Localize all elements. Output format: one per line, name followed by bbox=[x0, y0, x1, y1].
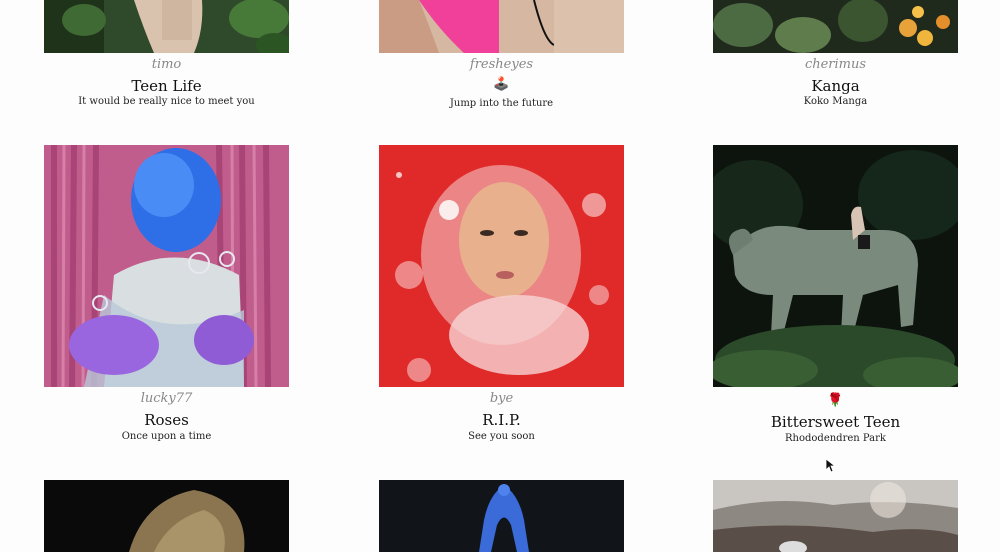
post-image[interactable] bbox=[44, 145, 289, 387]
post-image[interactable] bbox=[379, 480, 624, 552]
post-image-art bbox=[44, 480, 289, 552]
post-card-bittersweet-teen[interactable]: 🌹 Bittersweet Teen Rhododendren Park bbox=[713, 145, 958, 450]
post-card-lucky77[interactable]: lucky77 Roses Once upon a time bbox=[44, 145, 289, 450]
post-image-art bbox=[379, 480, 624, 552]
post-image[interactable] bbox=[713, 145, 958, 387]
post-subtitle: Once upon a time bbox=[121, 431, 212, 442]
post-title[interactable]: Bittersweet Teen bbox=[713, 413, 958, 431]
user-handle[interactable]: cherimus bbox=[713, 57, 958, 72]
user-handle[interactable]: bye bbox=[379, 391, 624, 406]
post-image[interactable] bbox=[44, 480, 289, 552]
post-card-timo[interactable]: timo Teen Life It would be really nice t… bbox=[44, 0, 289, 120]
post-image-art bbox=[713, 145, 958, 387]
post-image-art bbox=[44, 0, 289, 53]
joystick-emoji-icon: 🕹️ bbox=[493, 77, 510, 92]
post-image-art bbox=[44, 145, 289, 387]
post-image-art bbox=[713, 480, 958, 552]
post-title[interactable]: Kanga bbox=[713, 77, 958, 95]
post-image[interactable] bbox=[379, 0, 624, 53]
post-subtitle: Koko Manga bbox=[803, 96, 868, 107]
rose-emoji-icon: 🌹 bbox=[827, 393, 844, 408]
post-image[interactable] bbox=[379, 145, 624, 387]
post-title[interactable]: R.I.P. bbox=[379, 411, 624, 429]
post-title[interactable]: Teen Life bbox=[44, 77, 289, 95]
post-subtitle: Jump into the future bbox=[449, 98, 554, 109]
post-title[interactable]: Roses bbox=[44, 411, 289, 429]
user-handle[interactable]: fresheyes bbox=[379, 57, 624, 72]
post-subtitle: It would be really nice to meet you bbox=[78, 96, 255, 107]
post-image[interactable] bbox=[44, 0, 289, 53]
post-image-art bbox=[379, 145, 624, 387]
post-image-art bbox=[713, 0, 958, 53]
post-image-art bbox=[379, 0, 624, 53]
post-card-bye[interactable]: bye R.I.P. See you soon bbox=[379, 145, 624, 450]
user-handle[interactable]: lucky77 bbox=[44, 391, 289, 406]
post-card-cherimus[interactable]: cherimus Kanga Koko Manga bbox=[713, 0, 958, 120]
post-subtitle: See you soon bbox=[468, 431, 535, 442]
user-handle[interactable]: timo bbox=[44, 57, 289, 72]
post-image[interactable] bbox=[713, 0, 958, 53]
post-subtitle: Rhododendren Park bbox=[785, 433, 886, 444]
post-image[interactable] bbox=[713, 480, 958, 552]
post-card-fresheyes[interactable]: fresheyes 🕹️ Jump into the future bbox=[379, 0, 624, 120]
